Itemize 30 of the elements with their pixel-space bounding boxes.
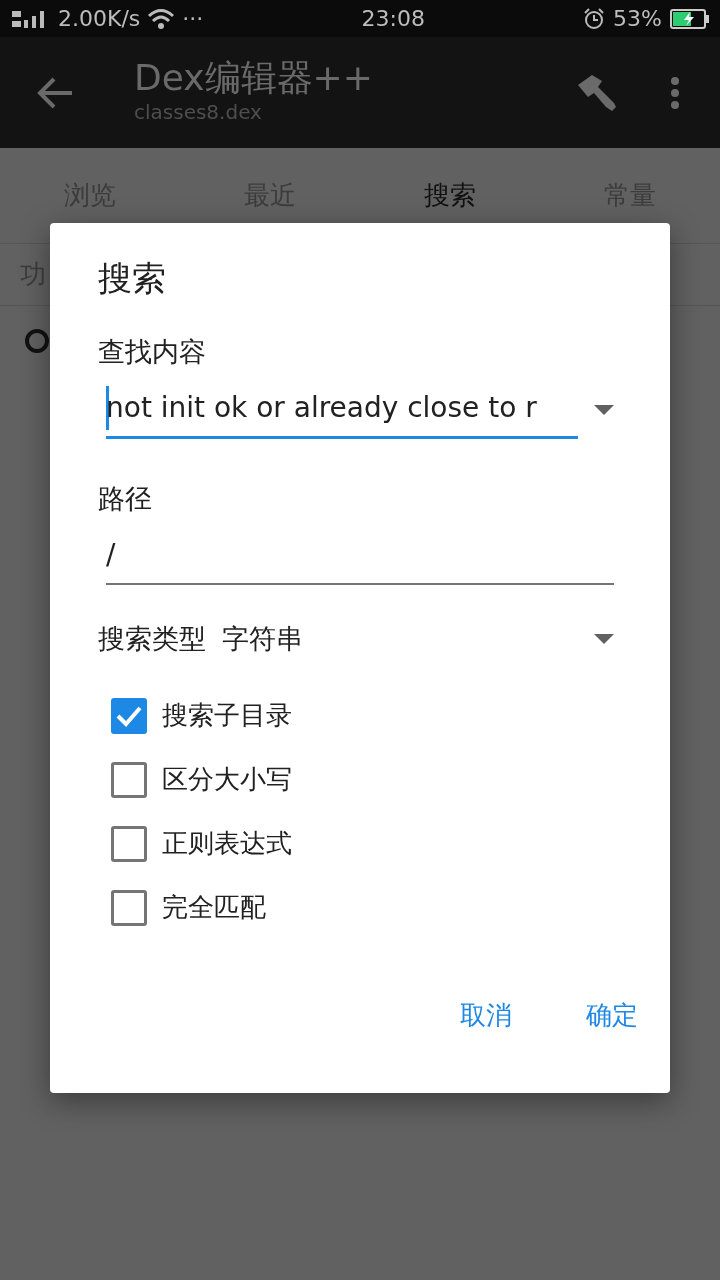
checkbox-label: 完全匹配	[162, 891, 266, 924]
checkbox-label: 区分大小写	[162, 763, 292, 796]
dialog-button[interactable]: 确定	[574, 987, 650, 1043]
type-label: 搜索类型	[98, 622, 206, 656]
more-icon	[670, 75, 680, 110]
checkbox[interactable]	[111, 761, 147, 798]
dropdown-arrow-icon[interactable]	[594, 634, 614, 645]
checkbox[interactable]	[111, 889, 147, 926]
dialog-title: 搜索	[98, 257, 167, 300]
checkbox-label: 正则表达式	[162, 827, 292, 860]
menu-button[interactable]	[670, 75, 680, 110]
status-time: 23:08	[361, 6, 425, 31]
wifi-icon	[148, 7, 175, 30]
checkbox[interactable]	[111, 825, 147, 862]
toolbar-title: Dex编辑器++	[134, 57, 374, 98]
battery-icon	[670, 8, 710, 29]
type-value[interactable]: 字符串	[222, 619, 594, 660]
network-speed: 2.00K/s	[58, 5, 141, 33]
checkbox-label: 搜索子目录	[162, 699, 292, 732]
field-label: 路径	[98, 481, 153, 516]
toolbar-subtitle: classes8.dex	[134, 99, 263, 127]
tab[interactable]: 搜索	[360, 175, 540, 216]
more-indicator: ···	[182, 5, 204, 33]
checkbox[interactable]	[111, 697, 147, 734]
dialog-button[interactable]: 取消	[448, 987, 524, 1043]
battery-percent: 53%	[613, 5, 662, 33]
input-field[interactable]: /	[106, 527, 614, 585]
alarm-icon	[583, 7, 606, 30]
field-label: 查找内容	[98, 335, 207, 369]
dropdown-arrow-icon[interactable]	[594, 404, 614, 415]
